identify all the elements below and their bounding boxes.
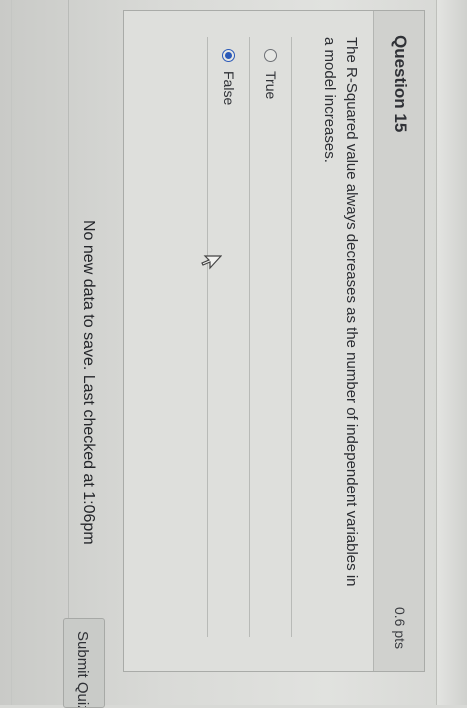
radio-true[interactable] [264,49,278,62]
question-title: Question 15 [391,35,410,133]
answer-option-true[interactable]: True [260,49,282,99]
question-card: Question 15 0.6 pts The R-Squared value … [123,10,425,672]
question-points: 0.6 pts [392,606,408,649]
quiz-page: Question 15 0.6 pts The R-Squared value … [0,0,467,708]
submit-quiz-button[interactable]: Submit Quiz [63,618,105,708]
option-label-true: True [263,71,279,100]
answer-divider [291,37,292,637]
footer-divider [68,0,69,705]
option-label-false: False [221,71,237,106]
page-border [11,0,12,705]
answer-divider [207,37,208,637]
answer-divider [249,37,250,637]
question-header: Question 15 0.6 pts [373,11,424,671]
autosave-status: No new data to save. Last checked at 1:0… [80,220,97,545]
cursor-arrow-icon [201,255,222,270]
answer-option-false[interactable]: False [218,49,240,105]
question-text: The R-Squared value always decreases as … [321,37,360,587]
radio-false-selected[interactable] [222,49,236,62]
